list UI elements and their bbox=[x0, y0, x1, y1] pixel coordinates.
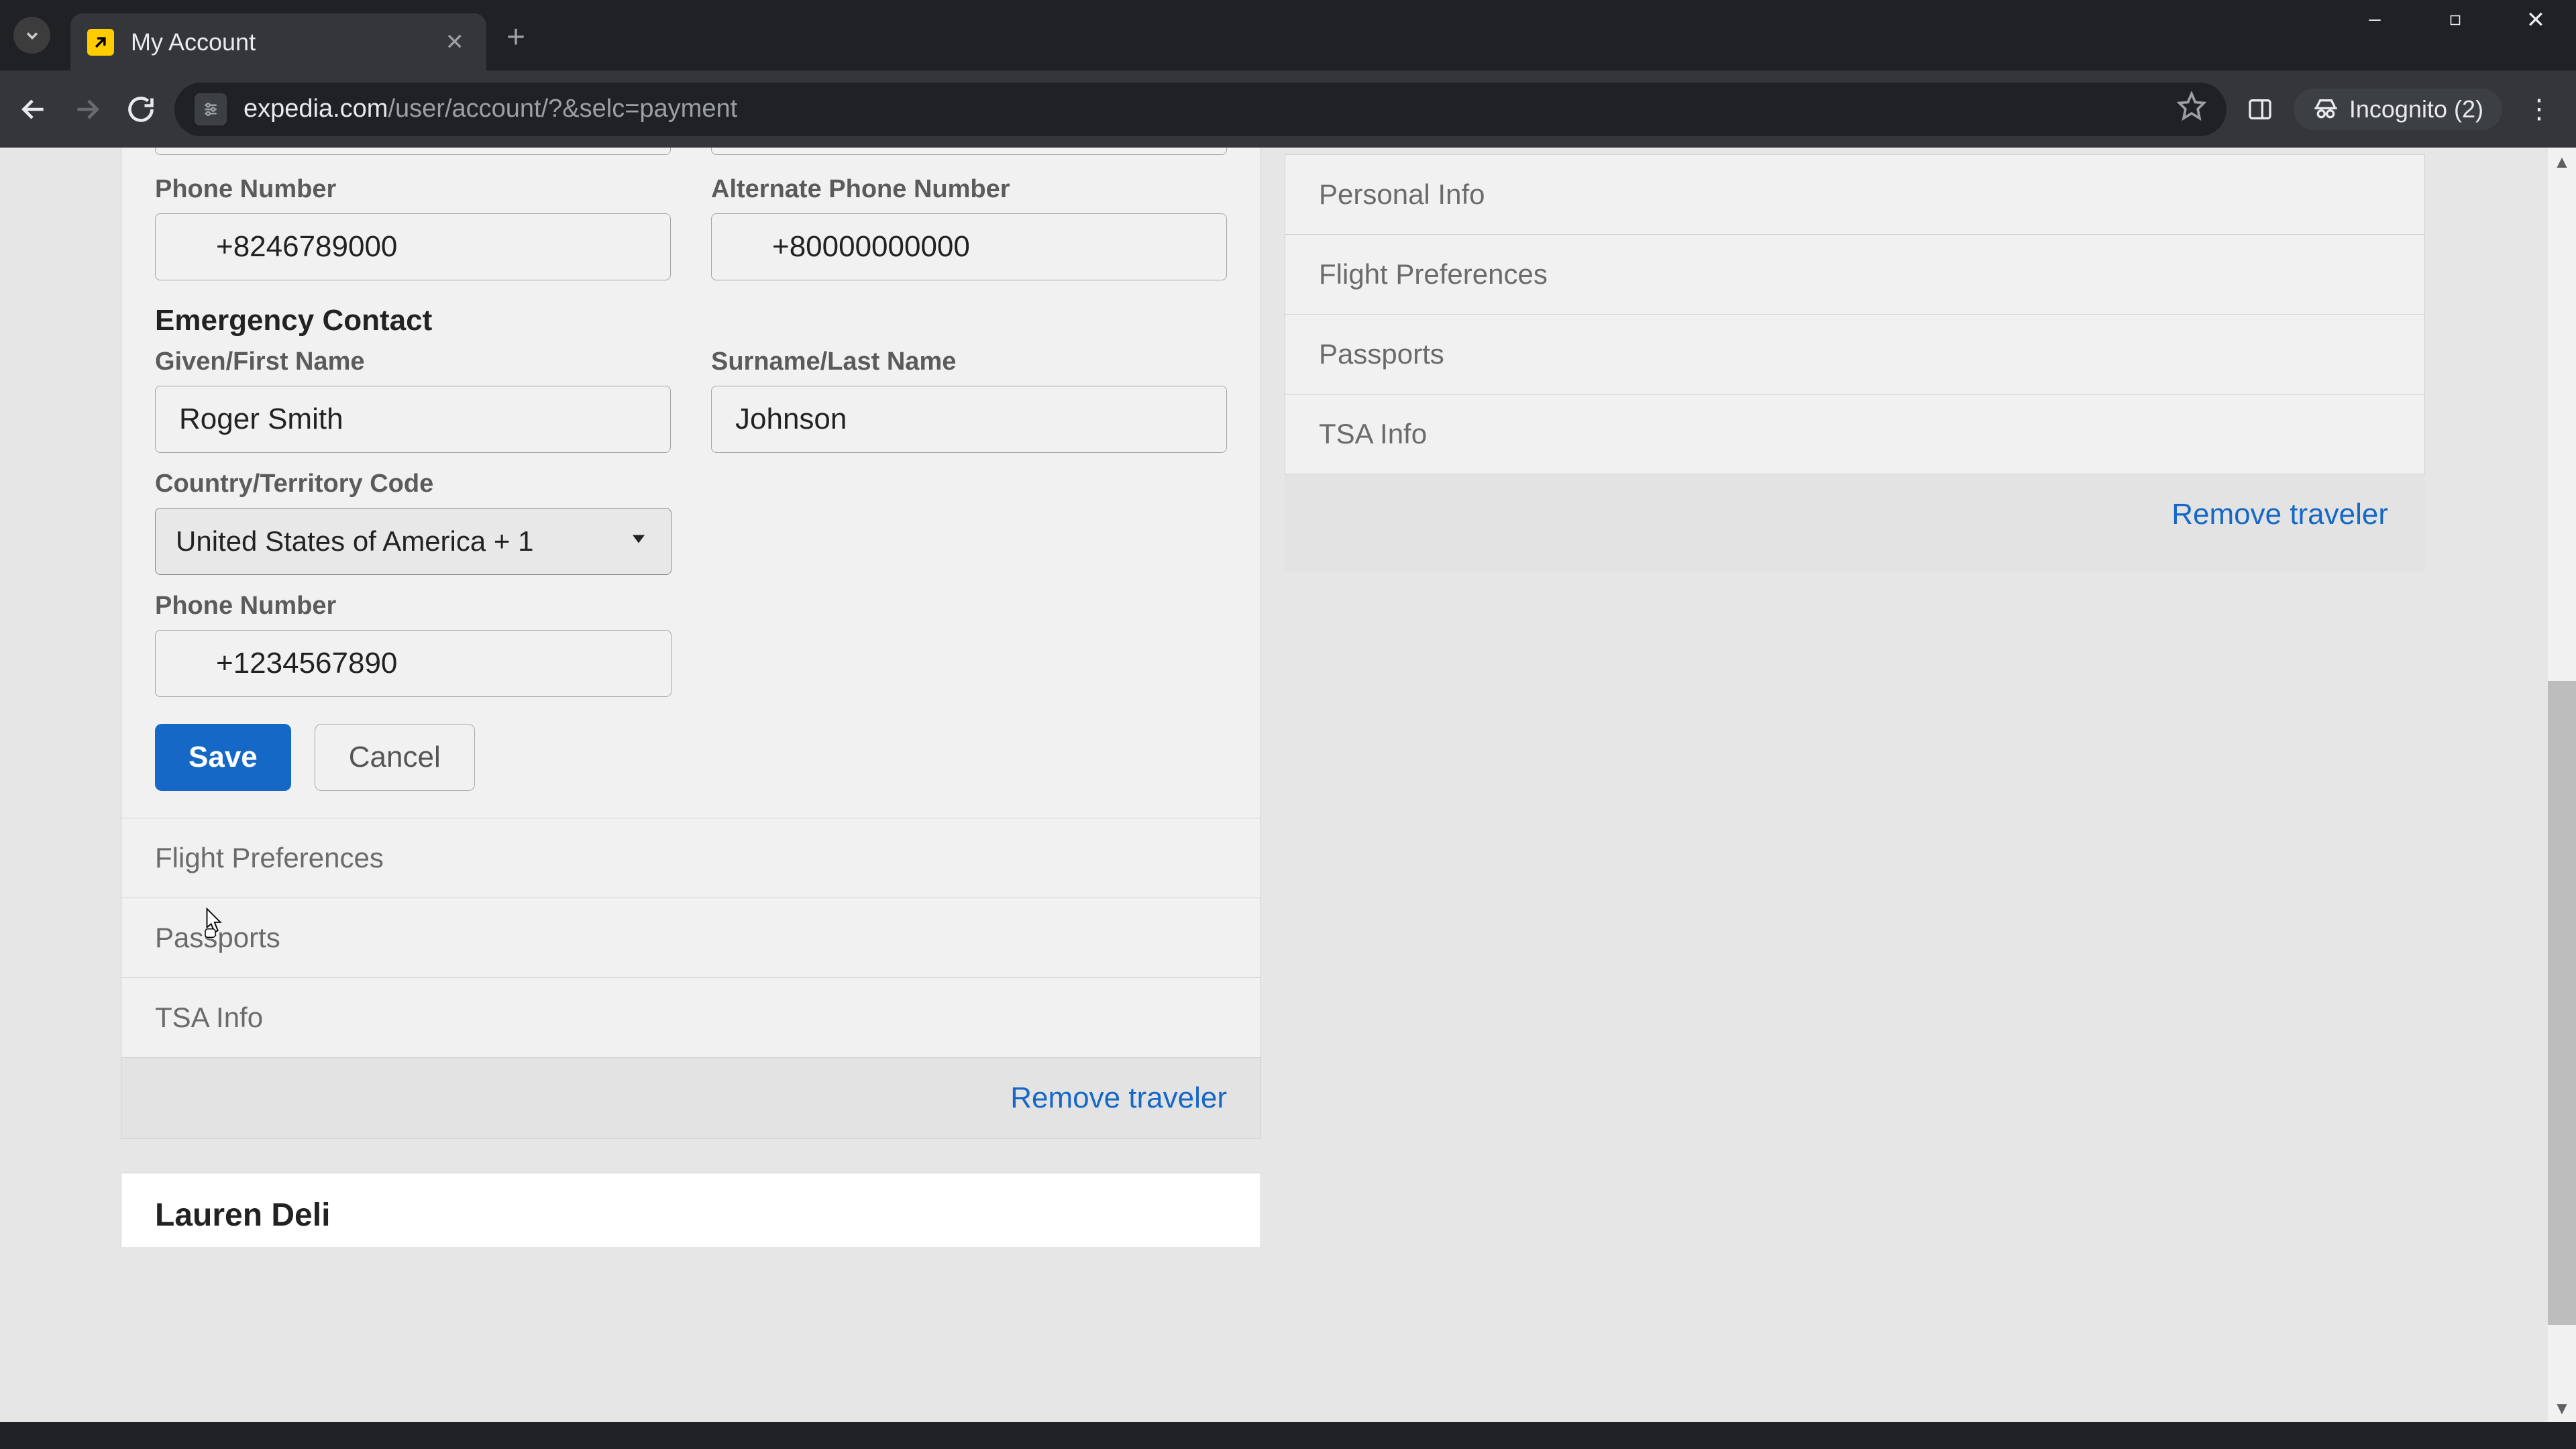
browser-tab[interactable]: My Account ✕ bbox=[70, 13, 486, 70]
minimize-button[interactable] bbox=[2334, 0, 2415, 40]
traveler-form-card: Phone Number Alternate Phone Number Emer… bbox=[121, 148, 1261, 1139]
phone-label: Phone Number bbox=[155, 175, 671, 204]
url-domain: expedia.com bbox=[244, 95, 388, 123]
favicon-icon bbox=[87, 29, 114, 56]
side-panel-icon[interactable] bbox=[2240, 89, 2280, 129]
url-text: expedia.com/user/account/?&selc=payment bbox=[244, 95, 2160, 123]
maximize-button[interactable] bbox=[2415, 0, 2496, 40]
right-remove-traveler-link[interactable]: Remove traveler bbox=[2171, 498, 2388, 531]
tab-close-icon[interactable]: ✕ bbox=[440, 23, 470, 61]
right-remove-bar: Remove traveler bbox=[1285, 474, 2425, 572]
url-path: /user/account/?&selc=payment bbox=[388, 95, 737, 123]
em-phone-input[interactable] bbox=[155, 630, 672, 697]
emergency-contact-heading: Emergency Contact bbox=[155, 304, 1227, 337]
site-settings-icon[interactable] bbox=[195, 93, 227, 125]
country-value: United States of America + 1 bbox=[176, 525, 533, 557]
tab-strip: My Account ✕ + ✕ bbox=[0, 0, 2576, 70]
incognito-badge[interactable]: Incognito (2) bbox=[2294, 89, 2502, 130]
bookmark-star-icon[interactable] bbox=[2177, 91, 2206, 127]
forward-button[interactable] bbox=[67, 89, 107, 129]
next-traveler-heading[interactable]: Lauren Deli bbox=[121, 1173, 1261, 1247]
vertical-scrollbar[interactable]: ▲ ▼ bbox=[2548, 148, 2576, 1422]
last-name-label: Surname/Last Name bbox=[711, 347, 1227, 376]
address-bar[interactable]: expedia.com/user/account/?&selc=payment bbox=[174, 83, 2226, 136]
chevron-down-icon bbox=[627, 526, 651, 557]
right-traveler-card: Personal Info Flight Preferences Passpor… bbox=[1285, 154, 2425, 474]
right-section-personal-info[interactable]: Personal Info bbox=[1285, 155, 2424, 235]
section-passports[interactable]: Passports bbox=[121, 898, 1260, 977]
country-label: Country/Territory Code bbox=[155, 470, 1227, 498]
first-name-label: Given/First Name bbox=[155, 347, 671, 376]
left-column: Phone Number Alternate Phone Number Emer… bbox=[121, 148, 1261, 1247]
back-button[interactable] bbox=[13, 89, 54, 129]
first-name-input[interactable] bbox=[155, 386, 671, 453]
partial-row bbox=[121, 148, 1260, 155]
right-column: Personal Info Flight Preferences Passpor… bbox=[1285, 148, 2425, 1247]
alt-phone-input[interactable] bbox=[711, 213, 1227, 280]
upper-field-1[interactable] bbox=[155, 148, 671, 155]
scroll-thumb[interactable] bbox=[2548, 681, 2576, 1325]
remove-traveler-bar: Remove traveler bbox=[121, 1058, 1260, 1138]
remove-traveler-link[interactable]: Remove traveler bbox=[1010, 1081, 1227, 1114]
section-tsa-info[interactable]: TSA Info bbox=[121, 977, 1260, 1058]
tabs-dropdown-button[interactable] bbox=[13, 17, 50, 54]
browser-chrome: My Account ✕ + ✕ expedi bbox=[0, 0, 2576, 148]
tab-title: My Account bbox=[131, 28, 423, 56]
close-window-button[interactable]: ✕ bbox=[2496, 0, 2576, 40]
window-controls: ✕ bbox=[2334, 0, 2576, 40]
scroll-up-button[interactable]: ▲ bbox=[2548, 148, 2576, 176]
last-name-input[interactable] bbox=[711, 386, 1227, 453]
alt-phone-label: Alternate Phone Number bbox=[711, 175, 1227, 204]
browser-menu-icon[interactable]: ⋮ bbox=[2516, 94, 2563, 125]
incognito-label: Incognito (2) bbox=[2349, 95, 2483, 123]
em-phone-label: Phone Number bbox=[155, 592, 1227, 621]
content-area: Phone Number Alternate Phone Number Emer… bbox=[0, 148, 2548, 1247]
scroll-down-button[interactable]: ▼ bbox=[2548, 1394, 2576, 1422]
new-tab-button[interactable]: + bbox=[506, 19, 525, 56]
toolbar: expedia.com/user/account/?&selc=payment … bbox=[0, 70, 2576, 148]
right-section-tsa-info[interactable]: TSA Info bbox=[1285, 394, 2424, 474]
section-flight-preferences[interactable]: Flight Preferences bbox=[121, 818, 1260, 898]
cancel-button[interactable]: Cancel bbox=[315, 724, 475, 791]
reload-button[interactable] bbox=[121, 89, 161, 129]
phone-input[interactable] bbox=[155, 213, 671, 280]
right-section-flight-preferences[interactable]: Flight Preferences bbox=[1285, 235, 2424, 315]
country-select[interactable]: United States of America + 1 bbox=[155, 508, 672, 575]
page-viewport: Phone Number Alternate Phone Number Emer… bbox=[0, 148, 2576, 1422]
right-section-passports[interactable]: Passports bbox=[1285, 315, 2424, 394]
save-button[interactable]: Save bbox=[155, 724, 291, 791]
upper-field-2[interactable] bbox=[711, 148, 1227, 155]
